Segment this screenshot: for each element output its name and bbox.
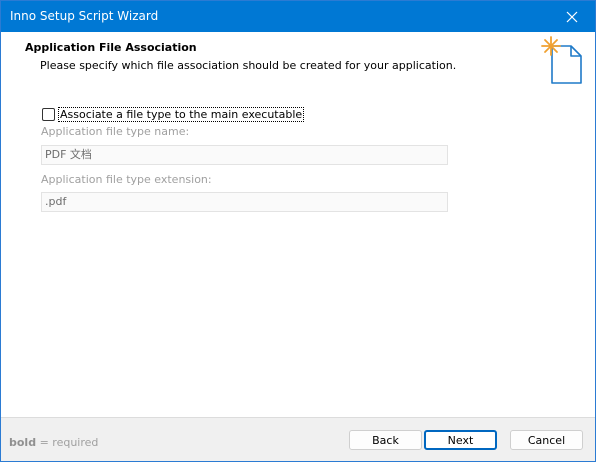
cancel-button[interactable]: Cancel (510, 430, 583, 450)
close-icon (566, 11, 578, 22)
file-type-extension-label: Application file type extension: (41, 173, 212, 186)
window-title: Inno Setup Script Wizard (10, 9, 159, 23)
footer: bold = required Back Next Cancel (1, 418, 595, 461)
back-button[interactable]: Back (349, 430, 422, 450)
file-type-name-field[interactable]: PDF 文档 (41, 145, 448, 165)
new-document-star-icon (541, 36, 582, 84)
page-content: Associate a file type to the main execut… (1, 91, 595, 417)
page-title: Application File Association (25, 41, 197, 54)
required-hint-bold: bold (9, 436, 37, 449)
close-button[interactable] (549, 1, 595, 32)
associate-checkbox-row[interactable]: Associate a file type to the main execut… (42, 106, 305, 122)
required-hint-text: = required (36, 436, 99, 449)
page-subtitle: Please specify which file association sh… (40, 59, 457, 72)
page-header: Application File Association Please spec… (1, 32, 595, 90)
associate-checkbox[interactable] (42, 107, 55, 121)
next-button[interactable]: Next (424, 430, 497, 450)
wizard-window: Inno Setup Script Wizard Application Fil… (0, 0, 596, 462)
title-bar: Inno Setup Script Wizard (1, 1, 595, 32)
file-type-name-label: Application file type name: (41, 125, 190, 138)
associate-checkbox-label[interactable]: Associate a file type to the main execut… (58, 106, 305, 122)
required-hint: bold = required (9, 436, 98, 449)
file-type-extension-field[interactable]: .pdf (41, 192, 448, 212)
